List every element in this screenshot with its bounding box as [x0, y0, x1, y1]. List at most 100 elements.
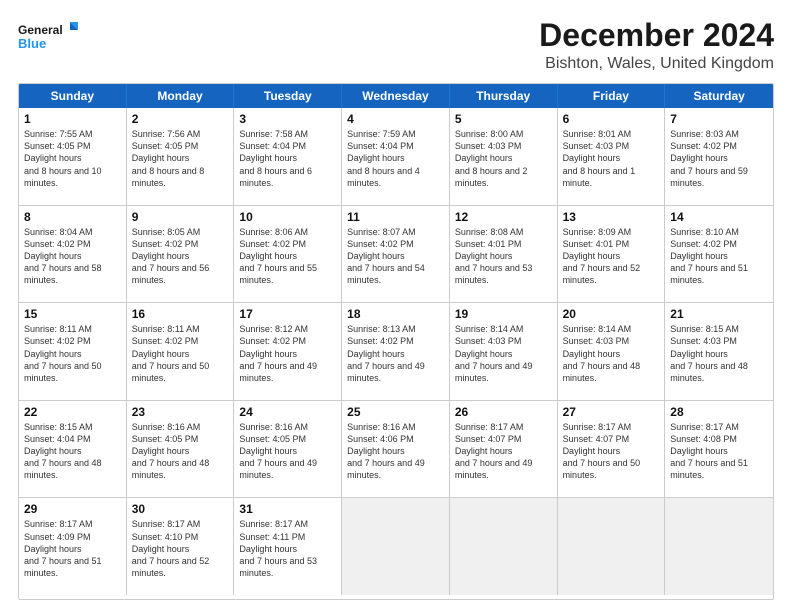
table-row: 28Sunrise: 8:17 AMSunset: 4:08 PMDayligh…	[665, 401, 773, 498]
day-number: 7	[670, 112, 768, 126]
cell-details: Sunrise: 8:16 AMSunset: 4:05 PMDaylight …	[239, 422, 317, 481]
svg-text:General: General	[18, 23, 63, 37]
table-row: 20 Sunrise: 8:14 AMSunset: 4:03 PMDayligh…	[558, 303, 666, 400]
day-number: 14	[670, 210, 768, 224]
table-row: 6 Sunrise: 8:01 AMSunset: 4:03 PMDaylight…	[558, 108, 666, 205]
table-row: 17 Sunrise: 8:12 AMSunset: 4:02 PMDayligh…	[234, 303, 342, 400]
cell-details: Sunrise: 8:17 AMSunset: 4:07 PMDaylight …	[563, 422, 641, 481]
cell-details: Sunrise: 8:11 AMSunset: 4:02 PMDaylight …	[132, 324, 210, 383]
header-wednesday: Wednesday	[342, 84, 450, 108]
calendar-body: 1 Sunrise: 7:55 AMSunset: 4:05 PMDaylight…	[19, 108, 773, 595]
cell-details: Sunrise: 8:05 AMSunset: 4:02 PMDaylight …	[132, 227, 210, 286]
day-number: 21	[670, 307, 768, 321]
cell-details: Sunrise: 7:59 AMSunset: 4:04 PMDaylight …	[347, 129, 420, 188]
header-saturday: Saturday	[665, 84, 773, 108]
header-monday: Monday	[127, 84, 235, 108]
table-row: 1 Sunrise: 7:55 AMSunset: 4:05 PMDaylight…	[19, 108, 127, 205]
header: General Blue December 2024 Bishton, Wale…	[18, 18, 774, 73]
cell-details: Sunrise: 8:04 AMSunset: 4:02 PMDaylight …	[24, 227, 102, 286]
calendar-row-2: 15 Sunrise: 8:11 AMSunset: 4:02 PMDayligh…	[19, 303, 773, 401]
logo-svg: General Blue	[18, 18, 78, 54]
table-row: 14 Sunrise: 8:10 AMSunset: 4:02 PMDayligh…	[665, 206, 773, 303]
cell-details: Sunrise: 7:58 AMSunset: 4:04 PMDaylight …	[239, 129, 312, 188]
cell-details: Sunrise: 8:06 AMSunset: 4:02 PMDaylight …	[239, 227, 317, 286]
table-row: 24 Sunrise: 8:16 AMSunset: 4:05 PMDayligh…	[234, 401, 342, 498]
day-number: 8	[24, 210, 121, 224]
table-row	[450, 498, 558, 595]
cell-details: Sunrise: 8:13 AMSunset: 4:02 PMDaylight …	[347, 324, 425, 383]
cell-details: Sunrise: 8:03 AMSunset: 4:02 PMDaylight …	[670, 129, 748, 188]
calendar-row-1: 8 Sunrise: 8:04 AMSunset: 4:02 PMDaylight…	[19, 206, 773, 304]
cell-details: Sunrise: 8:16 AMSunset: 4:06 PMDaylight …	[347, 422, 425, 481]
table-row: 5Sunrise: 8:00 AMSunset: 4:03 PMDaylight…	[450, 108, 558, 205]
cell-details: Sunrise: 7:55 AMSunset: 4:05 PMDaylight …	[24, 129, 102, 188]
day-number: 18	[347, 307, 444, 321]
day-number: 13	[563, 210, 660, 224]
table-row	[342, 498, 450, 595]
table-row: 31Sunrise: 8:17 AMSunset: 4:11 PMDayligh…	[234, 498, 342, 595]
table-row: 2Sunrise: 7:56 AMSunset: 4:05 PMDaylight…	[127, 108, 235, 205]
table-row: 12 Sunrise: 8:08 AMSunset: 4:01 PMDayligh…	[450, 206, 558, 303]
day-number: 28	[670, 405, 768, 419]
cell-details: Sunrise: 8:17 AMSunset: 4:09 PMDaylight …	[24, 519, 102, 578]
cell-details: Sunrise: 8:12 AMSunset: 4:02 PMDaylight …	[239, 324, 317, 383]
calendar-row-3: 22 Sunrise: 8:15 AMSunset: 4:04 PMDayligh…	[19, 401, 773, 499]
day-number: 12	[455, 210, 552, 224]
header-friday: Friday	[558, 84, 666, 108]
cell-details: Sunrise: 7:56 AMSunset: 4:05 PMDaylight …	[132, 129, 205, 188]
calendar-row-4: 29 Sunrise: 8:17 AMSunset: 4:09 PMDayligh…	[19, 498, 773, 595]
table-row: 27Sunrise: 8:17 AMSunset: 4:07 PMDayligh…	[558, 401, 666, 498]
day-number: 19	[455, 307, 552, 321]
cell-details: Sunrise: 8:14 AMSunset: 4:03 PMDaylight …	[563, 324, 641, 383]
svg-text:Blue: Blue	[18, 36, 46, 51]
table-row: 3Sunrise: 7:58 AMSunset: 4:04 PMDaylight…	[234, 108, 342, 205]
table-row: 21Sunrise: 8:15 AMSunset: 4:03 PMDayligh…	[665, 303, 773, 400]
main-title: December 2024	[539, 18, 774, 53]
calendar-row-0: 1 Sunrise: 7:55 AMSunset: 4:05 PMDaylight…	[19, 108, 773, 206]
table-row: 10 Sunrise: 8:06 AMSunset: 4:02 PMDayligh…	[234, 206, 342, 303]
cell-details: Sunrise: 8:10 AMSunset: 4:02 PMDaylight …	[670, 227, 748, 286]
day-number: 22	[24, 405, 121, 419]
day-number: 6	[563, 112, 660, 126]
day-number: 31	[239, 502, 336, 516]
table-row: 30 Sunrise: 8:17 AMSunset: 4:10 PMDayligh…	[127, 498, 235, 595]
table-row: 16 Sunrise: 8:11 AMSunset: 4:02 PMDayligh…	[127, 303, 235, 400]
day-number: 20	[563, 307, 660, 321]
day-number: 16	[132, 307, 229, 321]
cell-details: Sunrise: 8:15 AMSunset: 4:04 PMDaylight …	[24, 422, 102, 481]
table-row: 22 Sunrise: 8:15 AMSunset: 4:04 PMDayligh…	[19, 401, 127, 498]
day-number: 25	[347, 405, 444, 419]
day-number: 24	[239, 405, 336, 419]
header-thursday: Thursday	[450, 84, 558, 108]
day-number: 23	[132, 405, 229, 419]
table-row	[665, 498, 773, 595]
cell-details: Sunrise: 8:11 AMSunset: 4:02 PMDaylight …	[24, 324, 102, 383]
cell-details: Sunrise: 8:09 AMSunset: 4:01 PMDaylight …	[563, 227, 641, 286]
cell-details: Sunrise: 8:17 AMSunset: 4:07 PMDaylight …	[455, 422, 533, 481]
table-row: 25 Sunrise: 8:16 AMSunset: 4:06 PMDayligh…	[342, 401, 450, 498]
cell-details: Sunrise: 8:16 AMSunset: 4:05 PMDaylight …	[132, 422, 210, 481]
table-row: 15 Sunrise: 8:11 AMSunset: 4:02 PMDayligh…	[19, 303, 127, 400]
header-tuesday: Tuesday	[234, 84, 342, 108]
day-number: 10	[239, 210, 336, 224]
subtitle: Bishton, Wales, United Kingdom	[539, 55, 774, 73]
table-row: 13 Sunrise: 8:09 AMSunset: 4:01 PMDayligh…	[558, 206, 666, 303]
cell-details: Sunrise: 8:07 AMSunset: 4:02 PMDaylight …	[347, 227, 425, 286]
day-number: 1	[24, 112, 121, 126]
table-row: 4 Sunrise: 7:59 AMSunset: 4:04 PMDaylight…	[342, 108, 450, 205]
day-number: 30	[132, 502, 229, 516]
table-row: 7 Sunrise: 8:03 AMSunset: 4:02 PMDaylight…	[665, 108, 773, 205]
day-number: 29	[24, 502, 121, 516]
header-sunday: Sunday	[19, 84, 127, 108]
day-number: 15	[24, 307, 121, 321]
table-row: 11Sunrise: 8:07 AMSunset: 4:02 PMDayligh…	[342, 206, 450, 303]
table-row: 9Sunrise: 8:05 AMSunset: 4:02 PMDaylight…	[127, 206, 235, 303]
table-row: 18 Sunrise: 8:13 AMSunset: 4:02 PMDayligh…	[342, 303, 450, 400]
day-number: 5	[455, 112, 552, 126]
cell-details: Sunrise: 8:08 AMSunset: 4:01 PMDaylight …	[455, 227, 533, 286]
title-block: December 2024 Bishton, Wales, United Kin…	[539, 18, 774, 73]
day-number: 17	[239, 307, 336, 321]
cell-details: Sunrise: 8:17 AMSunset: 4:10 PMDaylight …	[132, 519, 210, 578]
day-number: 4	[347, 112, 444, 126]
cell-details: Sunrise: 8:01 AMSunset: 4:03 PMDaylight …	[563, 129, 636, 188]
